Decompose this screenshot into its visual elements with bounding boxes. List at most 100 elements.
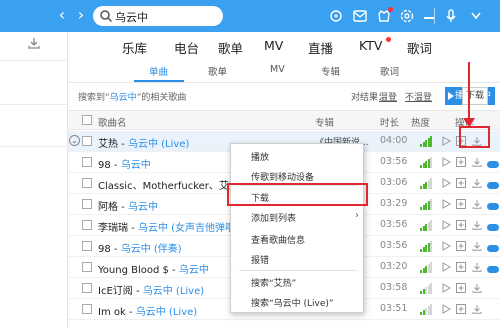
row-checkbox[interactable] — [82, 178, 92, 188]
tab-lyrics[interactable]: 歌词 — [407, 38, 432, 57]
play-icon[interactable] — [441, 136, 451, 146]
row-checkbox[interactable] — [82, 136, 92, 146]
search-input[interactable]: 乌云中 — [93, 6, 223, 26]
song-title[interactable]: Young Blood $ - 乌云中 — [98, 261, 209, 276]
back-icon[interactable]: ‹ — [53, 6, 71, 24]
row-checkbox[interactable] — [82, 304, 92, 314]
tab-live[interactable]: 直播 — [308, 38, 333, 57]
add-icon[interactable] — [456, 157, 466, 167]
song-title[interactable]: IcE订阅 - 乌云中 (Live) — [98, 282, 204, 297]
tab-mv[interactable]: MV — [264, 38, 283, 53]
quality-badge — [487, 245, 499, 252]
subtab-mv[interactable]: MV — [270, 64, 285, 75]
download-icon[interactable] — [472, 199, 482, 209]
header-song: 歌曲名 — [98, 118, 127, 129]
play-icon[interactable] — [441, 262, 451, 272]
subtab-playlists[interactable]: 歌单 — [208, 64, 227, 78]
mail-icon[interactable] — [352, 8, 368, 24]
add-icon[interactable] — [456, 304, 466, 314]
add-icon[interactable] — [456, 283, 466, 293]
add-icon[interactable] — [456, 262, 466, 272]
play-icon[interactable] — [441, 199, 451, 209]
add-icon[interactable] — [456, 199, 466, 209]
song-title[interactable]: Im ok - 乌云中 (Live) — [98, 303, 197, 318]
download-manager-icon[interactable] — [27, 36, 41, 50]
play-icon[interactable] — [441, 241, 451, 251]
row-checkbox[interactable] — [82, 241, 92, 251]
title-bar: ‹ › 乌云中 — [0, 0, 500, 32]
quality-badge — [487, 161, 499, 168]
subtab-albums[interactable]: 专辑 — [321, 64, 340, 78]
heat-bars — [420, 283, 432, 294]
tab-ktv[interactable]: KTV — [359, 38, 382, 53]
skin-icon[interactable] — [328, 8, 344, 24]
heat-bars — [420, 136, 432, 147]
row-checkbox[interactable] — [82, 283, 92, 293]
duration: 03:56 — [380, 156, 408, 167]
subtab-lyrics[interactable]: 歌词 — [380, 64, 399, 78]
duration: 03:06 — [380, 177, 408, 188]
filter-link-1[interactable]: 温登 — [379, 90, 397, 103]
heat-bars — [420, 304, 432, 315]
row-checkbox[interactable] — [82, 157, 92, 167]
annotation-box-row-download — [459, 126, 490, 148]
tab-radio[interactable]: 电台 — [174, 38, 199, 57]
row-checkbox[interactable] — [82, 262, 92, 272]
tab-library[interactable]: 乐库 — [122, 38, 147, 57]
add-icon[interactable] — [456, 178, 466, 188]
song-title[interactable]: 艾热 - 乌云中 (Live) — [98, 135, 189, 150]
play-icon[interactable] — [441, 304, 451, 314]
menu-item-play[interactable]: 播放 — [251, 150, 269, 163]
header-album: 专辑 — [315, 118, 335, 129]
menu-item-search-song[interactable]: 搜索“乌云中 (Live)” — [251, 296, 334, 309]
download-icon[interactable] — [472, 304, 482, 314]
category-nav: 乐库 电台 歌单 MV 直播 KTV 歌词 — [68, 32, 500, 60]
result-bar: 搜索到“乌云中”的相关歌曲 对结果： 温登 不温登 播放选中 添加 — [68, 84, 500, 108]
play-icon[interactable] — [441, 157, 451, 167]
annotation-arrow — [468, 62, 470, 124]
duration: 04:00 — [380, 135, 408, 146]
add-icon[interactable] — [456, 241, 466, 251]
menu-separator — [239, 270, 357, 271]
select-all-checkbox[interactable] — [82, 115, 92, 125]
play-icon[interactable] — [441, 220, 451, 230]
download-icon[interactable] — [472, 220, 482, 230]
heat-bars — [420, 241, 432, 252]
download-button[interactable]: 下载 — [462, 87, 488, 105]
menu-item-search-artist[interactable]: 搜索“艾热” — [251, 276, 296, 289]
settings-icon[interactable] — [399, 8, 415, 24]
collapse-icon[interactable] — [468, 8, 484, 24]
add-icon[interactable] — [456, 220, 466, 230]
heat-bars — [420, 220, 432, 231]
subtab-songs[interactable]: 单曲 — [149, 64, 168, 78]
download-icon[interactable] — [472, 241, 482, 251]
menu-item-report[interactable]: 报错 — [251, 253, 269, 266]
tab-playlist[interactable]: 歌单 — [218, 38, 243, 57]
song-title[interactable]: 阿格 - 乌云中 — [98, 198, 158, 213]
song-title[interactable]: 98 - 乌云中 — [98, 156, 151, 171]
duration: 03:58 — [380, 282, 408, 293]
song-title[interactable]: Classic、Motherfucker、艾热 — [98, 177, 239, 192]
forward-icon[interactable]: › — [72, 6, 90, 24]
titlebar-separator — [434, 8, 435, 24]
header-heat: 热度 — [411, 118, 431, 129]
duration: 03:56 — [380, 219, 408, 230]
play-icon[interactable] — [441, 178, 451, 188]
download-icon[interactable] — [472, 283, 482, 293]
song-title[interactable]: 98 - 乌云中 (伴奏) — [98, 240, 182, 255]
chevron-down-icon[interactable]: ⌄ — [69, 135, 80, 146]
row-checkbox[interactable] — [82, 220, 92, 230]
song-title[interactable]: 李瑞瑞 - 乌云中 (女声吉他弹唱) — [98, 219, 239, 234]
menu-item-send-to-device[interactable]: 传歌到移动设备 — [251, 170, 314, 183]
download-icon[interactable] — [472, 178, 482, 188]
heat-bars — [420, 178, 432, 189]
download-icon[interactable] — [472, 157, 482, 167]
search-icon — [100, 10, 113, 23]
microphone-icon[interactable] — [443, 8, 459, 24]
row-checkbox[interactable] — [82, 199, 92, 209]
menu-item-song-info[interactable]: 查看歌曲信息 — [251, 233, 305, 246]
menu-item-add-to-list[interactable]: 添加到列表 — [251, 211, 296, 224]
download-icon[interactable] — [472, 262, 482, 272]
play-icon[interactable] — [441, 283, 451, 293]
filter-link-2[interactable]: 不温登 — [405, 90, 432, 103]
